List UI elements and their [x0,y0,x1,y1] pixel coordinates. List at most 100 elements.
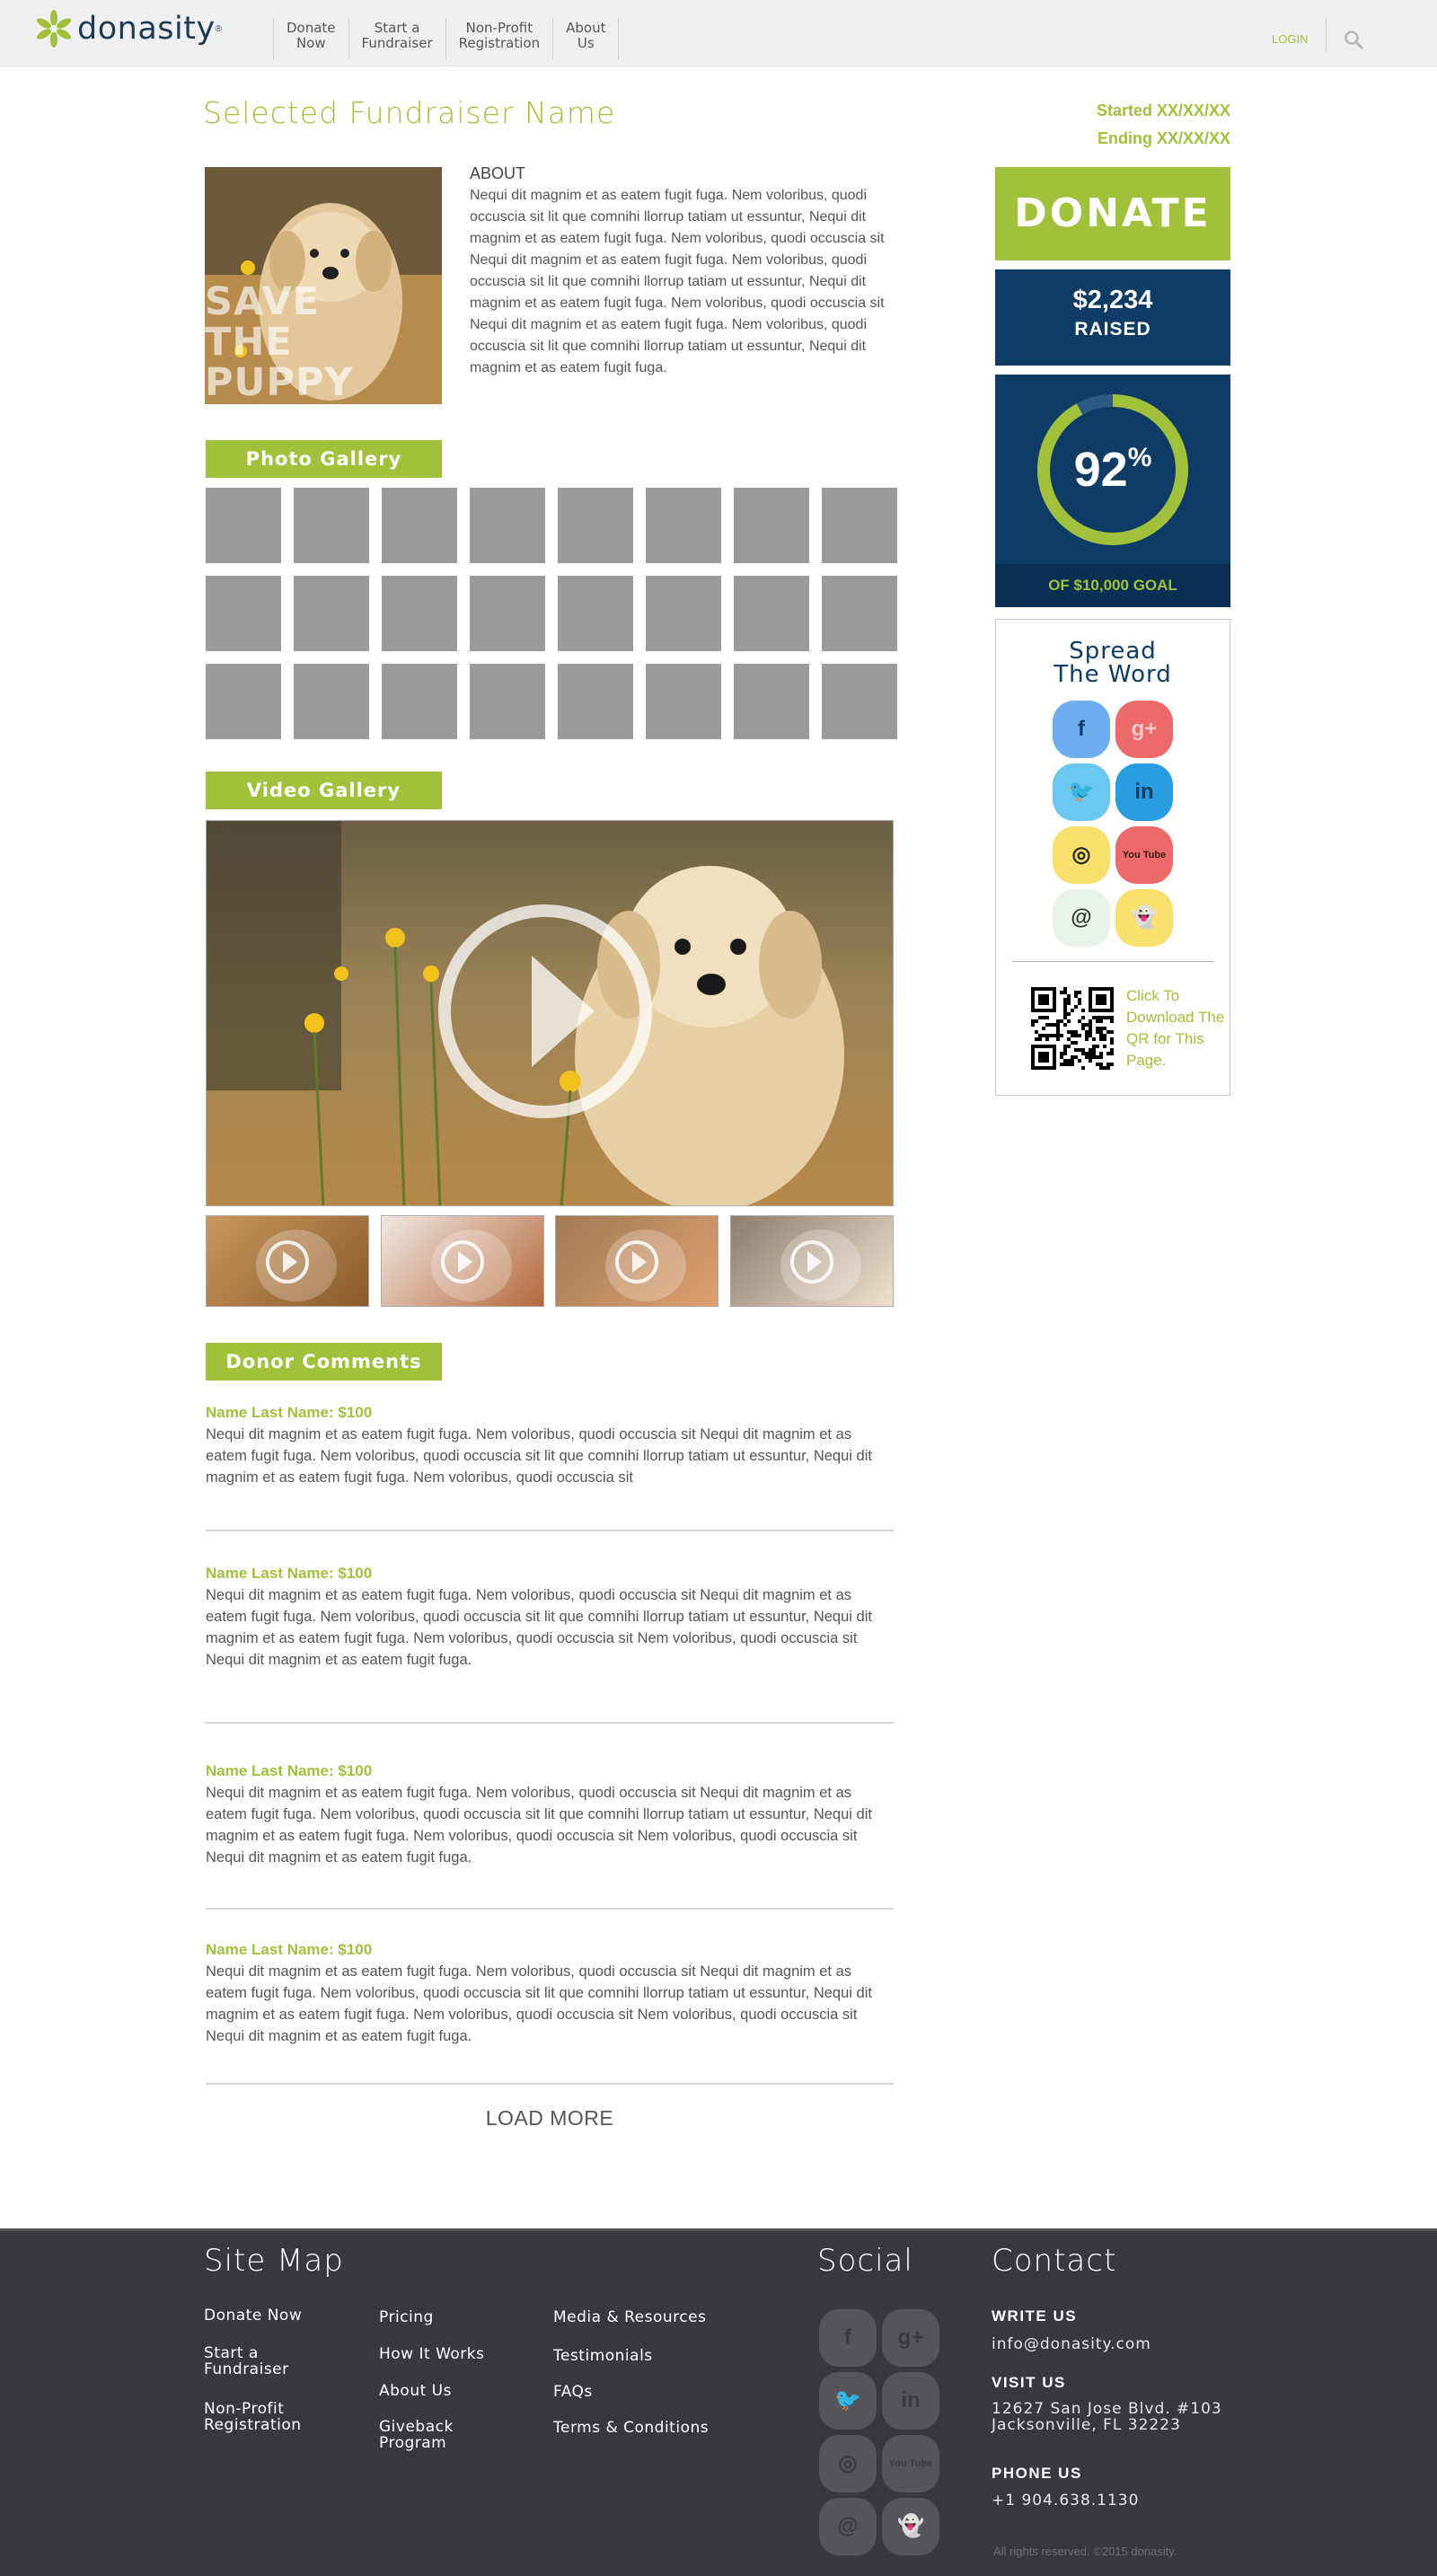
email-icon[interactable]: @ [819,2498,877,2555]
footer-link-start-fundraiser[interactable]: Start a Fundraiser [204,2345,289,2378]
footer-social-links: f g+ 🐦 in ◎ You Tube @ 👻 [819,2309,939,2555]
footer-link-testimonials[interactable]: Testimonials [553,2348,653,2364]
footer-link-giveback-program[interactable]: Giveback Program [379,2419,454,2451]
gallery-photo[interactable] [558,664,633,739]
email-icon[interactable]: @ [1053,889,1110,947]
contact-email[interactable]: info@donasity.com [992,2336,1151,2352]
qr-code-icon[interactable] [1031,987,1114,1070]
page-title: Selected Fundraiser Name [203,95,616,130]
nav-start-fundraiser[interactable]: Start a Fundraiser [348,18,445,59]
gallery-photo[interactable] [382,664,457,739]
facebook-icon[interactable]: f [1053,701,1110,758]
twitter-icon[interactable]: 🐦 [1053,763,1110,821]
nav-nonprofit-registration[interactable]: Non-Profit Registration [445,18,552,59]
gallery-photo[interactable] [822,664,897,739]
save-the-puppy-overlay: SAVE THE PUPPY [205,279,354,404]
youtube-icon[interactable]: You Tube [882,2435,939,2492]
share-buttons: f g+ 🐦 in ◎ You Tube @ 👻 [1053,701,1173,947]
comment-divider [206,1908,894,1910]
raised-label: RAISED [1074,319,1151,340]
gallery-photo[interactable] [822,488,897,563]
footer-link-media-resources[interactable]: Media & Resources [553,2309,706,2325]
gallery-photo[interactable] [646,576,721,651]
comment-author: Name Last Name: $100 [206,1404,373,1421]
video-thumbnail[interactable] [380,1215,544,1307]
footer-link-terms-conditions[interactable]: Terms & Conditions [553,2420,709,2436]
google-plus-icon[interactable]: g+ [1115,701,1173,758]
about-heading: ABOUT [470,164,526,182]
goal-label: OF $10,000 GOAL [995,564,1230,607]
qr-download-link[interactable]: Click To Download The QR for This Page. [1126,985,1225,1072]
gallery-photo[interactable] [206,664,281,739]
comment-divider [206,2083,894,2085]
gallery-photo[interactable] [470,576,545,651]
goal-progress-box: 92% OF $10,000 GOAL [995,375,1230,607]
copyright: All rights reserved. ©2015 donasity. [993,2545,1177,2558]
snapchat-icon[interactable]: 👻 [882,2498,939,2555]
youtube-icon[interactable]: You Tube [1115,826,1173,884]
google-plus-icon[interactable]: g+ [882,2309,939,2367]
video-thumbnails [206,1215,894,1307]
gallery-photo[interactable] [294,488,369,563]
nav-about-us[interactable]: About Us [552,18,620,59]
main-video-player[interactable] [206,820,894,1206]
gallery-photo[interactable] [558,576,633,651]
play-icon [256,1230,337,1301]
login-link[interactable]: LOGIN [1272,32,1308,46]
gallery-photo[interactable] [470,488,545,563]
spread-divider [1012,961,1213,962]
donate-button[interactable]: DONATE [995,167,1230,260]
sitemap-heading: Site Map [204,2243,344,2279]
gallery-photo[interactable] [646,664,721,739]
gallery-photo[interactable] [294,664,369,739]
footer-link-pricing[interactable]: Pricing [379,2309,434,2325]
gallery-photo[interactable] [294,576,369,651]
comment-divider [206,1722,894,1724]
search-icon[interactable] [1344,30,1363,49]
load-more-button[interactable]: LOAD MORE [206,2106,894,2130]
gallery-photo[interactable] [734,488,809,563]
play-icon [605,1230,687,1301]
footer-link-donate-now[interactable]: Donate Now [204,2307,302,2324]
footer-link-how-it-works[interactable]: How It Works [379,2346,484,2362]
gallery-photo[interactable] [558,488,633,563]
comment-text: Nequi dit magnim et as eatem fugit fuga.… [206,1426,872,1486]
linkedin-icon[interactable]: in [1115,763,1173,821]
gallery-photo[interactable] [382,576,457,651]
amount-raised-box: $2,234 RAISED [995,269,1230,366]
progress-percent: 92 [1074,443,1128,497]
video-thumbnail[interactable] [729,1215,894,1307]
comment-item: Name Last Name: $100 Nequi dit magnim et… [206,1941,894,2047]
snapchat-icon[interactable]: 👻 [1115,889,1173,947]
brand-name: donasity [77,11,216,47]
gallery-photo[interactable] [206,576,281,651]
gallery-photo[interactable] [382,488,457,563]
gallery-photo[interactable] [734,576,809,651]
video-thumbnail[interactable] [555,1215,719,1307]
gallery-photo[interactable] [822,576,897,651]
gallery-photo[interactable] [734,664,809,739]
photo-gallery [206,488,897,739]
contact-phone[interactable]: +1 904.638.1130 [992,2492,1139,2509]
instagram-icon[interactable]: ◎ [1053,826,1110,884]
linkedin-icon[interactable]: in [882,2372,939,2430]
photo-gallery-heading: Photo Gallery [206,440,442,478]
gallery-photo[interactable] [646,488,721,563]
progress-ring: 92% [1037,394,1188,545]
twitter-icon[interactable]: 🐦 [819,2372,877,2430]
instagram-icon[interactable]: ◎ [819,2435,877,2492]
footer-link-about-us[interactable]: About Us [379,2383,452,2399]
svg-text:92%: 92% [1074,443,1152,497]
phone-us-label: PHONE US [992,2465,1082,2482]
gallery-photo[interactable] [206,488,281,563]
contact-address: 12627 San Jose Blvd. #103 Jacksonville, … [992,2400,1222,2434]
footer-link-nonprofit-registration[interactable]: Non-Profit Registration [204,2401,302,2433]
footer-link-faqs[interactable]: FAQs [553,2384,593,2400]
main-nav: Donate Now Start a Fundraiser Non-Profit… [273,18,620,59]
facebook-icon[interactable]: f [819,2309,877,2367]
gallery-photo[interactable] [470,664,545,739]
donasity-logo[interactable]: donasity ® [36,9,222,49]
comment-item: Name Last Name: $100 Nequi dit magnim et… [206,1404,894,1488]
nav-donate-now[interactable]: Donate Now [273,18,348,59]
video-thumbnail[interactable] [206,1215,369,1307]
